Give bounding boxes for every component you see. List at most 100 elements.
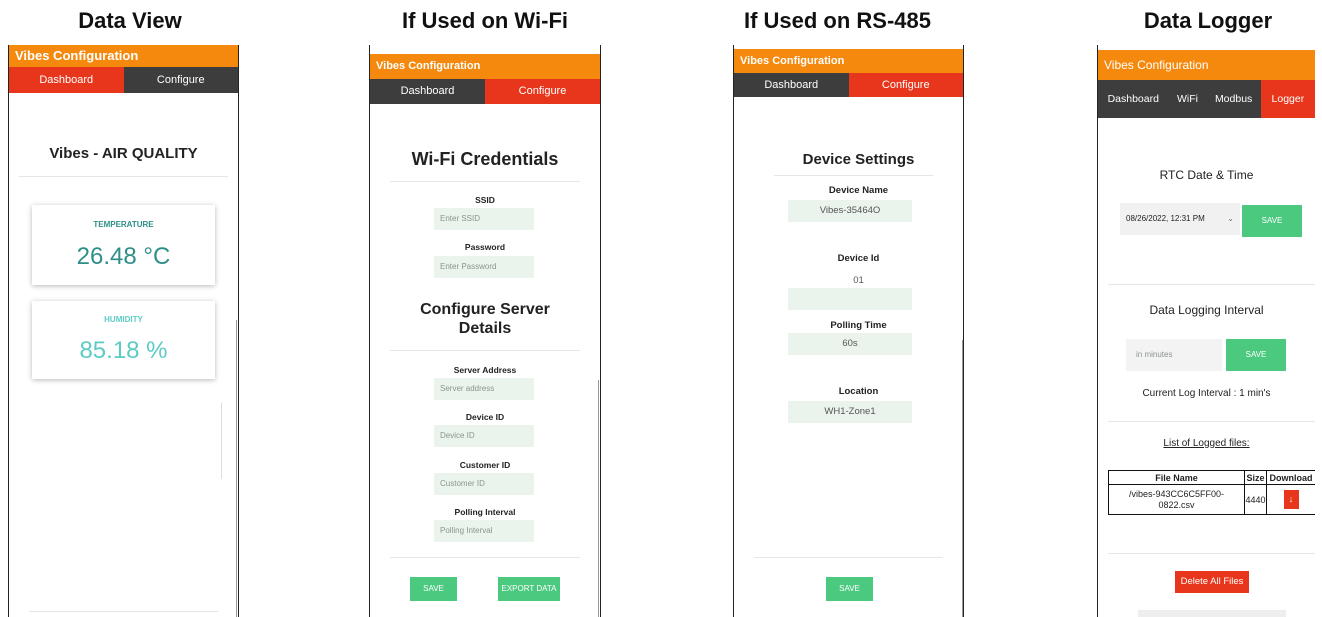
file-name-line2: 0822.csv (1158, 499, 1195, 510)
export-data-button[interactable]: EXPORT DATA (498, 577, 560, 601)
device-name-label: Device Name (828, 185, 889, 196)
logging-interval-input[interactable]: in minutes (1126, 339, 1222, 371)
location-field[interactable]: WH1-Zone1 (788, 401, 912, 423)
server-address-label: Server Address (453, 365, 517, 375)
file-name-line1: /vibes-943CC6C5FF00- (1128, 488, 1225, 499)
polling-time-label: Polling Time (830, 320, 887, 331)
divider (19, 176, 228, 177)
download-cell: ↓ (1266, 484, 1315, 515)
tab-wifi[interactable]: WiFi (1168, 80, 1207, 118)
device-id-value: 01 (853, 275, 864, 286)
ssid-label: SSID (475, 195, 495, 205)
file-size-cell: 4440 (1244, 484, 1267, 515)
temperature-value: 26.48 °C (76, 243, 171, 270)
delete-all-files-button[interactable]: Delete All Files (1175, 571, 1249, 593)
logging-interval-heading: Data Logging Interval (1149, 303, 1264, 317)
divider (1108, 421, 1315, 422)
temperature-label: TEMPERATURE (93, 220, 154, 229)
device-id-input[interactable]: Device ID (434, 425, 534, 447)
file-name-cell: /vibes-943CC6C5FF00- 0822.csv (1108, 484, 1245, 515)
tab-bar: Dashboard WiFi Modbus Logger (1098, 80, 1315, 118)
tab-modbus[interactable]: Modbus (1206, 80, 1261, 118)
footer-bar (1138, 610, 1286, 617)
humidity-value: 85.18 % (79, 337, 168, 364)
device-id-label: Device Id (837, 253, 880, 264)
divider (236, 320, 237, 617)
customer-id-label: Customer ID (459, 460, 511, 470)
tab-dashboard[interactable]: Dashboard (734, 73, 849, 97)
humidity-card: HUMIDITY 85.18 % (32, 301, 215, 379)
humidity-label: HUMIDITY (104, 315, 143, 324)
ssid-input[interactable]: Enter SSID (434, 208, 534, 230)
device-id-label: Device ID (465, 412, 505, 422)
panel-title-data-view: Data View (78, 8, 182, 33)
customer-id-input[interactable]: Customer ID (434, 473, 534, 495)
tab-dashboard[interactable]: Dashboard (9, 67, 124, 93)
divider (29, 611, 218, 612)
logged-files-heading: List of Logged files: (1163, 438, 1250, 449)
download-button[interactable]: ↓ (1283, 490, 1299, 509)
divider (598, 380, 599, 617)
panel-title-data-logger: Data Logger (1143, 8, 1273, 33)
tab-bar: Dashboard Configure (734, 73, 963, 97)
polling-time-field[interactable]: 60s (788, 333, 912, 355)
tab-configure[interactable]: Configure (485, 79, 600, 104)
device-settings-heading: Device Settings (802, 151, 915, 168)
polling-interval-label: Polling Interval (454, 507, 516, 517)
tab-logger[interactable]: Logger (1260, 80, 1315, 118)
server-address-input[interactable]: Server address (434, 378, 534, 400)
tab-configure[interactable]: Configure (848, 73, 963, 97)
password-label: Password (464, 242, 506, 252)
save-button[interactable]: SAVE (410, 577, 457, 601)
logged-files-table: File Name Size Download /vibes-943CC6C5F… (1108, 470, 1315, 515)
device-id-field[interactable] (788, 288, 912, 310)
divider (754, 557, 943, 558)
divider (390, 350, 580, 351)
panel-title-rs485: If Used on RS-485 (743, 8, 932, 33)
download-icon: ↓ (1288, 494, 1294, 504)
temperature-card: TEMPERATURE 26.48 °C (32, 205, 215, 285)
app-title: Vibes Configuration (9, 45, 238, 67)
phone-wifi: Vibes Configuration Dashboard Configure … (369, 45, 601, 617)
rtc-heading: RTC Date & Time (1159, 168, 1254, 182)
server-heading-line2: Details (458, 320, 512, 337)
panel-title-wifi: If Used on Wi-Fi (401, 8, 568, 33)
divider (221, 403, 222, 479)
phone-rs485: Vibes Configuration Dashboard Configure … (733, 45, 964, 617)
table-header-file-name: File Name (1108, 470, 1245, 485)
current-log-interval: Current Log Interval : 1 min's (1142, 388, 1271, 399)
tab-dashboard[interactable]: Dashboard (1098, 80, 1169, 118)
server-heading-line1: Configure Server (420, 301, 550, 318)
phone-data-logger: Vibes Configuration Dashboard WiFi Modbu… (1097, 45, 1315, 617)
divider (390, 181, 580, 182)
page-heading: Vibes - AIR QUALITY (49, 145, 198, 162)
table-row: /vibes-943CC6C5FF00- 0822.csv 4440 ↓ (1108, 484, 1315, 515)
tab-configure[interactable]: Configure (123, 67, 238, 93)
chevron-down-icon: ⌄ (1227, 214, 1234, 223)
rtc-save-button[interactable]: SAVE (1242, 205, 1302, 237)
app-title: Vibes Configuration (734, 49, 963, 73)
app-title: Vibes Configuration (1098, 50, 1315, 80)
divider (1108, 284, 1315, 285)
table-header-size: Size (1244, 470, 1267, 485)
polling-interval-input[interactable]: Polling Interval (434, 520, 534, 542)
interval-save-button[interactable]: SAVE (1226, 339, 1286, 371)
device-name-field[interactable]: Vibes-35464O (788, 200, 912, 222)
table-header-row: File Name Size Download (1108, 470, 1315, 485)
phone-data-view: Vibes Configuration Dashboard Configure … (8, 45, 239, 617)
divider (390, 557, 580, 558)
divider (774, 175, 933, 176)
table-header-download: Download (1266, 470, 1315, 485)
rtc-datetime-value: 08/26/2022, 12:31 PM (1126, 214, 1205, 223)
tab-bar: Dashboard Configure (9, 67, 238, 93)
divider (1108, 553, 1315, 554)
app-title: Vibes Configuration (370, 54, 600, 79)
save-button[interactable]: SAVE (826, 577, 873, 601)
password-input[interactable]: Enter Password (434, 256, 534, 278)
divider (962, 340, 963, 617)
tab-bar: Dashboard Configure (370, 79, 600, 104)
location-label: Location (838, 386, 879, 397)
rtc-datetime-select[interactable]: 08/26/2022, 12:31 PM ⌄ (1120, 203, 1240, 235)
wifi-credentials-heading: Wi-Fi Credentials (411, 149, 559, 169)
tab-dashboard[interactable]: Dashboard (370, 79, 485, 104)
